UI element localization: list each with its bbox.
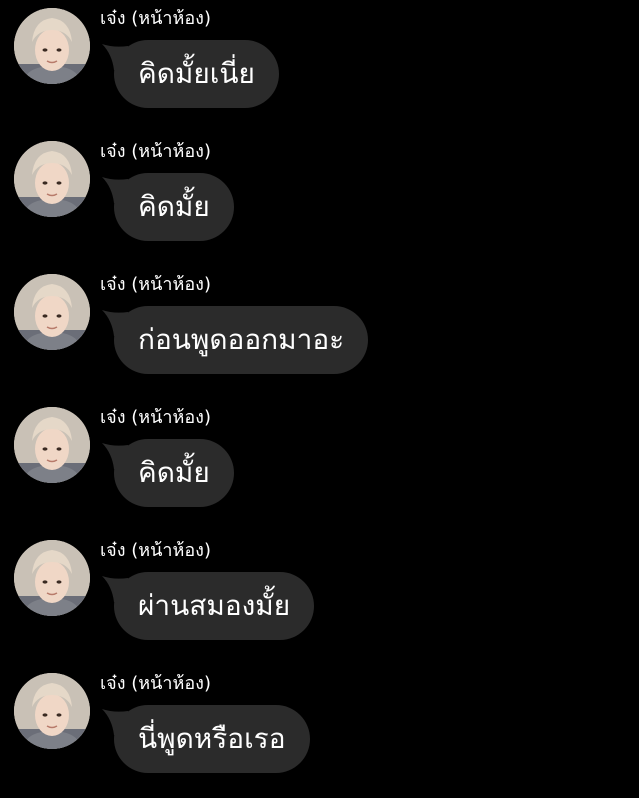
sender-name: เจ๋ง (หน้าห้อง) [100, 274, 211, 295]
message-bubble[interactable]: คิดมั้ยเนี่ย [102, 40, 279, 108]
avatar-photo [14, 540, 90, 616]
avatar-photo [14, 8, 90, 84]
avatar[interactable] [14, 8, 90, 84]
message-text: คิดมั้ย [138, 456, 210, 489]
message-bubble[interactable]: คิดมั้ย [102, 173, 234, 241]
chat-message: เจ๋ง (หน้าห้อง) คิดมั้ย [0, 133, 639, 266]
avatar[interactable] [14, 274, 90, 350]
avatar-photo [14, 141, 90, 217]
chat-message: เจ๋ง (หน้าห้อง) ก่อนพูดออกมาอะ [0, 266, 639, 399]
sender-name: เจ๋ง (หน้าห้อง) [100, 673, 211, 694]
message-bubble[interactable]: ก่อนพูดออกมาอะ [102, 306, 369, 374]
chat-message: เจ๋ง (หน้าห้อง) นี่พูดหรือเรอ [0, 665, 639, 798]
sender-name: เจ๋ง (หน้าห้อง) [100, 8, 211, 29]
avatar[interactable] [14, 141, 90, 217]
message-text: นี่พูดหรือเรอ [138, 722, 286, 755]
avatar-photo [14, 274, 90, 350]
bubble-tail [102, 177, 128, 203]
avatar[interactable] [14, 407, 90, 483]
avatar[interactable] [14, 673, 90, 749]
bubble-tail [102, 576, 128, 602]
message-text: คิดมั้ยเนี่ย [138, 57, 255, 90]
message-text: คิดมั้ย [138, 190, 210, 223]
avatar-photo [14, 673, 90, 749]
chat-message: เจ๋ง (หน้าห้อง) คิดมั้ยเนี่ย [0, 0, 639, 133]
bubble-tail [102, 709, 128, 735]
chat-message: เจ๋ง (หน้าห้อง) ผ่านสมองมั้ย [0, 532, 639, 665]
sender-name: เจ๋ง (หน้าห้อง) [100, 540, 211, 561]
message-bubble[interactable]: คิดมั้ย [102, 439, 234, 507]
bubble-tail [102, 310, 128, 336]
avatar[interactable] [14, 540, 90, 616]
chat-thread: เจ๋ง (หน้าห้อง) คิดมั้ยเนี่ย เจ๋ง (หน้าห… [0, 0, 639, 786]
avatar-photo [14, 407, 90, 483]
sender-name: เจ๋ง (หน้าห้อง) [100, 407, 211, 428]
bubble-tail [102, 443, 128, 469]
sender-name: เจ๋ง (หน้าห้อง) [100, 141, 211, 162]
chat-message: เจ๋ง (หน้าห้อง) คิดมั้ย [0, 399, 639, 532]
message-text: ผ่านสมองมั้ย [138, 589, 291, 622]
bubble-tail [102, 44, 128, 70]
message-text: ก่อนพูดออกมาอะ [138, 323, 345, 356]
message-bubble[interactable]: ผ่านสมองมั้ย [102, 572, 315, 640]
message-bubble[interactable]: นี่พูดหรือเรอ [102, 705, 310, 773]
